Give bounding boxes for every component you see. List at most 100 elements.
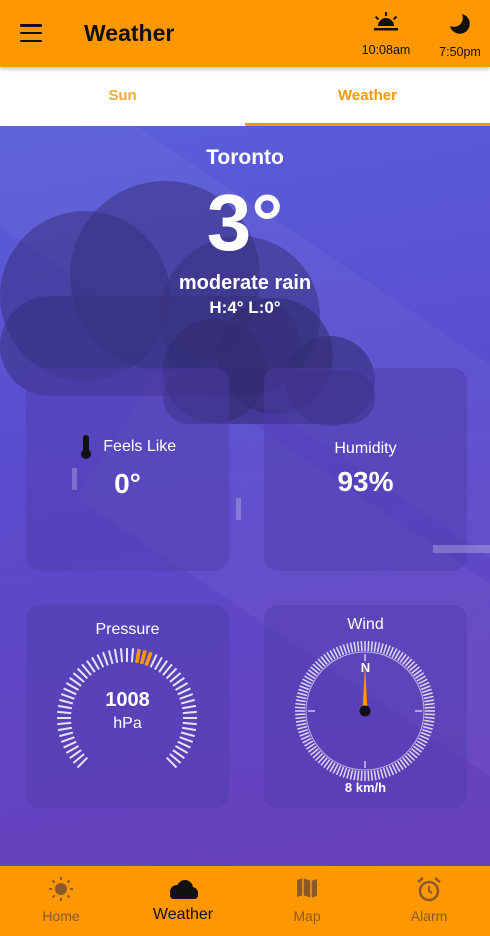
sunrise-time: 10:08am <box>361 43 411 57</box>
compass-tick <box>423 722 434 727</box>
compass-tick <box>295 706 306 709</box>
compass-tick <box>420 685 431 691</box>
gauge-tick <box>57 710 72 715</box>
humidity-label: Humidity <box>334 440 397 457</box>
compass-tick <box>379 643 384 654</box>
gauge-tick <box>174 745 189 754</box>
decorative-bar <box>433 545 490 553</box>
gauge-tick <box>96 654 105 668</box>
sunset-indicator: 7:50pm <box>434 12 486 59</box>
pressure-indicator-tick <box>135 648 141 664</box>
compass-tick <box>298 728 309 734</box>
thermometer-icon <box>80 435 91 459</box>
pressure-unit: hPa <box>113 715 142 732</box>
gauge-tick <box>91 656 100 671</box>
wind-speed: 8 km/h <box>344 780 387 795</box>
gauge-tick <box>154 656 163 671</box>
compass-tick <box>346 643 351 654</box>
compass-tick <box>420 731 431 737</box>
compass-tick <box>422 692 433 697</box>
pressure-indicator-tick <box>144 651 153 666</box>
sunset-time: 7:50pm <box>439 45 481 59</box>
menu-icon[interactable] <box>20 24 42 43</box>
gauge-tick <box>130 648 135 663</box>
feels-like-card[interactable]: Feels Like 0° <box>26 368 229 571</box>
compass-tick <box>342 767 348 778</box>
gauge-tick <box>102 651 109 666</box>
compass-tick <box>382 644 388 655</box>
alarm-clock-icon <box>417 877 441 902</box>
nav-alarm-label: Alarm <box>410 908 448 924</box>
gauge-tick <box>177 740 191 749</box>
gauge-tick <box>119 648 124 663</box>
sunrise-icon <box>374 12 398 31</box>
gauge-tick <box>63 740 77 749</box>
sun-icon <box>49 877 73 901</box>
pressure-card[interactable]: Pressure 1008 hPa <box>26 605 229 808</box>
compass-tick <box>424 706 435 709</box>
weather-condition: moderate rain <box>178 272 312 294</box>
nav-map-label: Map <box>293 908 321 924</box>
nav-alarm[interactable]: Alarm <box>368 866 490 936</box>
high-low-temperature: H:4° L:0° <box>209 298 281 317</box>
compass-tick <box>422 725 433 730</box>
wind-compass <box>295 641 435 781</box>
wind-card[interactable]: Wind N 8 km/h <box>264 605 467 808</box>
decorative-bar <box>236 498 241 520</box>
compass-tick <box>353 770 357 781</box>
compass-tick <box>298 688 309 694</box>
compass-tick <box>295 713 306 716</box>
compass-tick <box>349 769 354 780</box>
pressure-label: Pressure <box>95 621 160 638</box>
compass-tick <box>370 641 374 652</box>
cloud-icon <box>170 880 198 899</box>
compass-tick <box>423 695 434 700</box>
app-title: Weather <box>84 20 175 46</box>
nav-weather[interactable]: Weather <box>122 866 244 936</box>
gauge-tick <box>180 731 195 738</box>
gauge-tick <box>65 745 80 754</box>
compass-tick <box>353 641 357 652</box>
nav-home[interactable]: Home <box>0 866 122 936</box>
compass-tick <box>356 641 360 652</box>
compass-tick <box>385 645 391 656</box>
wind-label: Wind <box>347 616 384 633</box>
tab-weather[interactable]: Weather <box>245 67 490 126</box>
compass-tick <box>295 716 306 720</box>
nav-map[interactable]: Map <box>246 866 368 936</box>
nav-home-label: Home <box>42 908 80 924</box>
compass-tick <box>424 713 435 716</box>
compass-tick <box>296 695 307 700</box>
compass-tick <box>424 699 435 703</box>
feels-like-label: Feels Like <box>103 438 177 455</box>
compass-tick <box>297 725 308 730</box>
compass-tick <box>339 766 345 777</box>
city-name: Toronto <box>206 146 284 169</box>
current-temperature: 3° <box>206 178 284 267</box>
compass-tick <box>349 642 354 653</box>
compass-tick <box>376 769 381 780</box>
humidity-card[interactable]: Humidity 93% <box>264 368 467 571</box>
compass-tick <box>360 641 363 652</box>
feels-like-value: 0° <box>114 468 141 499</box>
gauge-tick <box>59 731 74 738</box>
compass-tick <box>295 699 306 703</box>
bottom-navigation: Home Weather Map Alarm <box>0 866 490 936</box>
compass-tick <box>295 719 306 723</box>
compass-tick <box>421 688 432 694</box>
gauge-tick <box>60 736 75 743</box>
compass-tick <box>424 702 435 706</box>
gauge-tick <box>179 736 194 743</box>
gauge-tick <box>149 654 158 668</box>
weather-panel: Toronto 3° moderate rain H:4° L:0° Feels… <box>0 126 490 866</box>
compass-tick <box>373 770 377 781</box>
moon-icon <box>450 14 470 34</box>
compass-tick <box>421 728 432 734</box>
compass-tick <box>385 766 391 777</box>
compass-tick <box>367 641 370 652</box>
map-icon <box>297 878 317 898</box>
tab-bar: Sun Weather <box>0 67 490 126</box>
tab-sun[interactable]: Sun <box>0 67 245 126</box>
sunrise-indicator: 10:08am <box>356 12 416 57</box>
nav-weather-label: Weather <box>152 906 214 923</box>
